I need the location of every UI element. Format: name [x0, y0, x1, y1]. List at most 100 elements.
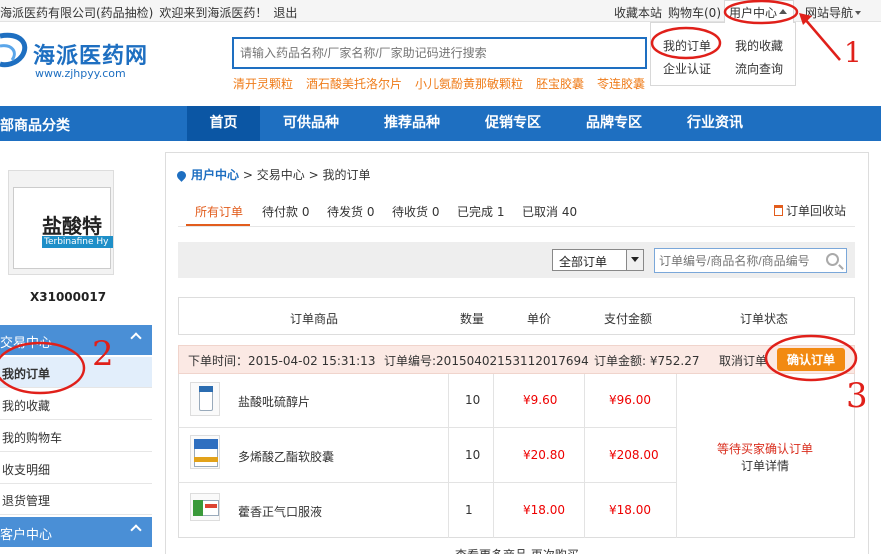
account-center-label: 客户中心 — [0, 528, 53, 543]
order-detail-link[interactable]: 订单详情 — [741, 457, 789, 474]
tab-pending-payment[interactable]: 待付款 0 — [262, 203, 309, 220]
trash-icon — [774, 205, 783, 216]
item-qty-3: 1 — [465, 503, 473, 517]
search-icon[interactable] — [826, 253, 839, 266]
item-qty-1: 10 — [465, 393, 481, 407]
welcome-text: 欢迎来到海派医药！ — [159, 6, 268, 20]
sidebar-item-my-cart[interactable]: 我的购物车 — [0, 421, 152, 452]
chevron-up-icon — [130, 332, 142, 344]
item-qty-2: 10 — [465, 448, 481, 462]
item-name-3[interactable]: 藿香正气口服液 — [238, 503, 322, 520]
logout-link[interactable]: 退出 — [273, 6, 297, 20]
item-name-1[interactable]: 盐酸吡硫醇片 — [238, 393, 310, 410]
logo-url: www.zjhpyy.com — [35, 67, 126, 80]
site-nav-label: 网站导航 — [805, 6, 854, 20]
user-center-dropdown: 我的订单 我的收藏 企业认证 流向查询 — [650, 22, 796, 86]
row-divider — [178, 482, 676, 483]
sidebar-account-center-header[interactable]: 客户中心 — [0, 517, 152, 547]
nav-recommended[interactable]: 推荐品种 — [373, 106, 451, 141]
sidebar-item-label: 我的购物车 — [2, 431, 63, 445]
th-price: 单价 — [527, 312, 552, 326]
sidebar-item-transactions[interactable]: 收支明细 — [0, 453, 152, 484]
tab-all-orders[interactable]: 所有订单 — [195, 203, 243, 220]
nav-promotion[interactable]: 促销专区 — [474, 106, 552, 141]
nav-brand[interactable]: 品牌专区 — [575, 106, 653, 141]
dropdown-flow-query[interactable]: 流向查询 — [735, 60, 783, 77]
item-thumbnail-3[interactable] — [190, 493, 220, 521]
item-price-2: ¥20.80 — [523, 448, 565, 462]
hot-keyword-4[interactable]: 胚宝胶囊 — [536, 75, 584, 92]
cart-link[interactable]: 购物车(0) — [668, 4, 721, 21]
col-divider — [493, 374, 494, 538]
sidebar-item-returns[interactable]: 退货管理 — [0, 484, 152, 515]
tab-pending-receipt[interactable]: 待收货 0 — [392, 203, 439, 220]
hot-keyword-1[interactable]: 清开灵颗粒 — [233, 75, 293, 92]
order-type-select[interactable]: 全部订单 — [552, 249, 644, 271]
all-categories[interactable]: 部商品分类 — [0, 115, 70, 135]
logo-name[interactable]: 海派医药网 — [33, 38, 148, 70]
sidebar-item-label: 我的订单 — [2, 367, 51, 381]
th-paid: 支付金额 — [604, 312, 653, 326]
dropdown-enterprise-auth[interactable]: 企业认证 — [663, 60, 711, 77]
sidebar-item-my-orders[interactable]: 我的订单 — [0, 357, 152, 388]
hot-keyword-2[interactable]: 酒石酸美托洛尔片 — [306, 75, 402, 92]
main-nav: 部商品分类 首页 可供品种 推荐品种 促销专区 品牌专区 行业资讯 — [0, 106, 881, 141]
item-thumbnail-2[interactable] — [190, 435, 220, 469]
item-price-1: ¥9.60 — [523, 393, 558, 407]
trade-center-label: 交易中心 — [0, 336, 53, 351]
hot-keyword-3[interactable]: 小儿氨酚黄那敏颗粒 — [415, 75, 523, 92]
th-qty: 数量 — [460, 312, 485, 326]
product-image-en: Terbinafine Hy — [44, 237, 109, 247]
cancel-order-link[interactable]: 取消订单 — [719, 352, 767, 369]
breadcrumb-trade-center[interactable]: 交易中心 — [257, 168, 305, 182]
order-number: 订单编号:20150402153112017694 — [384, 354, 589, 368]
recycle-label: 订单回收站 — [786, 204, 847, 218]
site-nav-link[interactable]: 网站导航 — [805, 4, 862, 21]
hot-keyword-5[interactable]: 苓连胶囊 — [597, 75, 645, 92]
col-divider — [584, 374, 585, 538]
dropdown-my-favorites[interactable]: 我的收藏 — [735, 37, 783, 54]
item-total-1: ¥96.00 — [609, 393, 651, 407]
tab-cancelled[interactable]: 已取消 40 — [522, 203, 577, 220]
dropdown-my-orders[interactable]: 我的订单 — [663, 37, 711, 54]
sidebar-item-my-favorites[interactable]: 我的收藏 — [0, 389, 152, 420]
product-search-input[interactable] — [234, 39, 645, 67]
company-name: 海派医药有限公司(药品抽检) — [0, 6, 154, 20]
item-thumbnail-1[interactable] — [190, 382, 220, 416]
confirm-order-button[interactable]: 确认订单 — [777, 348, 845, 371]
nav-home[interactable]: 首页 — [187, 106, 260, 141]
breadcrumb-user-center[interactable]: 用户中心 — [191, 168, 239, 182]
item-total-2: ¥208.00 — [609, 448, 659, 462]
item-price-3: ¥18.00 — [523, 503, 565, 517]
breadcrumb-sep: > — [308, 168, 319, 182]
order-recycle-bin[interactable]: 订单回收站 — [774, 202, 846, 219]
nav-industry-news[interactable]: 行业资讯 — [676, 106, 754, 141]
tab-pending-shipment[interactable]: 待发货 0 — [327, 203, 374, 220]
order-type-value: 全部订单 — [559, 255, 608, 269]
product-image-text: 盐酸特 — [42, 214, 102, 238]
order-search-input[interactable] — [655, 249, 815, 272]
sidebar-trade-center-header[interactable]: 交易中心 — [0, 325, 152, 355]
breadcrumb-sep: > — [242, 168, 253, 182]
order-status: 等待买家确认订单 — [717, 442, 814, 456]
bookmark-link[interactable]: 收藏本站 — [614, 4, 662, 21]
item-name-2[interactable]: 多烯酸乙酯软胶囊 — [238, 448, 334, 465]
product-image[interactable]: 盐酸特 Terbinafine Hy — [8, 170, 114, 275]
top-left: 海派医药有限公司(药品抽检) 欢迎来到海派医药！ 退出 — [0, 4, 303, 21]
annotation-number-1: 1 — [844, 36, 862, 69]
sidebar-item-label: 我的收藏 — [2, 399, 51, 413]
user-center-menu[interactable]: 用户中心 — [724, 0, 794, 23]
order-search-box[interactable] — [654, 248, 847, 273]
product-code: X31000017 — [30, 290, 107, 304]
logo-icon[interactable] — [0, 30, 32, 74]
th-status: 订单状态 — [740, 312, 789, 326]
nav-available[interactable]: 可供品种 — [272, 106, 350, 141]
chevron-up-icon — [130, 524, 142, 536]
product-search-box[interactable] — [232, 37, 647, 69]
th-items: 订单商品 — [290, 312, 339, 326]
tab-completed[interactable]: 已完成 1 — [457, 203, 504, 220]
more-items-links[interactable]: 查看更多商品 再次购买 — [455, 546, 579, 554]
user-center-label: 用户中心 — [729, 6, 778, 20]
sidebar-item-label: 收支明细 — [2, 463, 51, 477]
caret-up-icon — [779, 9, 787, 14]
